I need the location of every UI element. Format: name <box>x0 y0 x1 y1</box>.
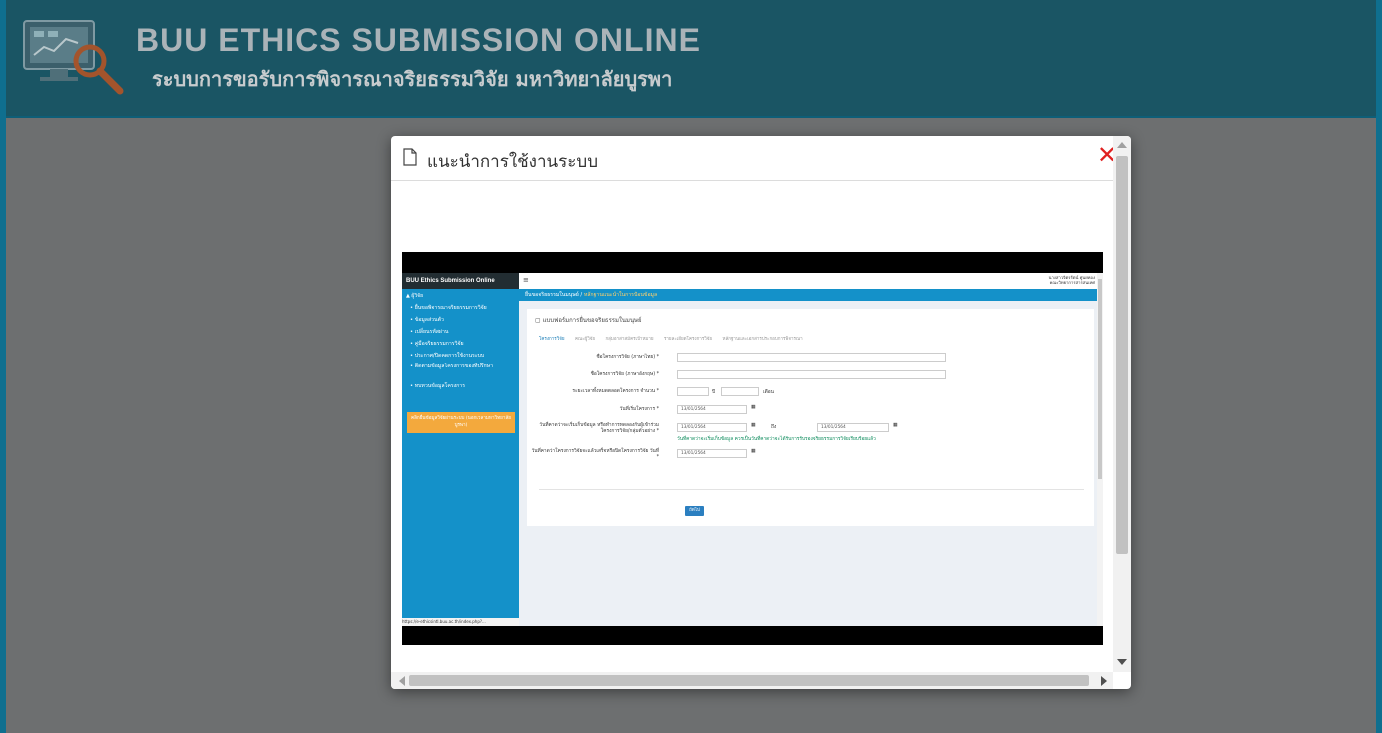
guide-modal: แนะนำการใช้งานระบบ ✕ BUU Ethics Submissi… <box>391 136 1131 689</box>
embedded-menu-item: • ยื่นขอพิจารณาจริยธรรมการวิจัย <box>410 305 487 311</box>
embedded-content: ▢ แบบฟอร์มการยื่นขอจริยธรรมในมนุษย์ โครง… <box>519 301 1097 626</box>
embedded-topbar: ≡ นางสาวจิตรรัตน์ ศูนยทอง คณะวิทยาการสาร… <box>519 273 1103 290</box>
embedded-menu-item: • ข้อมูลส่วนตัว <box>410 317 444 323</box>
field-to-label: ถึง <box>771 425 777 430</box>
field-label: ชื่อโครงการวิจัย (ภาษาไทย) * <box>596 355 659 360</box>
calendar-icon: ▦ <box>751 449 756 454</box>
scroll-down-icon[interactable] <box>1117 659 1127 665</box>
vertical-scroll-thumb[interactable] <box>1116 156 1128 554</box>
horizontal-scroll-thumb[interactable] <box>409 675 1089 686</box>
scroll-up-icon[interactable] <box>1117 142 1127 148</box>
date-input: 13/01/2564 <box>817 423 889 432</box>
document-icon <box>403 148 417 166</box>
breadcrumb-home: ยื่นขอจริยธรรมในมนุษย์ <box>525 292 579 298</box>
embedded-tab: โครงการวิจัย <box>539 337 565 342</box>
embedded-app: BUU Ethics Submission Online ▲ ผู้วิจัย … <box>402 273 1103 626</box>
date-note: วันที่คาดว่าจะเริ่มเก็บข้อมูล ควรเป็นวัน… <box>677 437 876 442</box>
site-banner: BUU ETHICS SUBMISSION ONLINE ระบบการขอรั… <box>6 0 1376 118</box>
embedded-sidebar: BUU Ethics Submission Online ▲ ผู้วิจัย … <box>402 273 612 626</box>
embedded-tab: หลักฐานและเอกสารประกอบการพิจารณา <box>722 337 803 342</box>
embedded-tab: คณะผู้วิจัย <box>574 337 595 342</box>
field-unit: เดือน <box>763 390 774 395</box>
embedded-breadcrumb: ยื่นขอจริยธรรมในมนุษย์ / หลักฐานแนะนำในก… <box>519 289 1097 301</box>
scroll-right-icon[interactable] <box>1101 676 1107 686</box>
calendar-icon: ▦ <box>893 423 898 428</box>
field-label: วันที่คาดว่าโครงการวิจัยจะแล้วเสร็จหรือป… <box>531 449 659 460</box>
field-input <box>721 387 759 396</box>
panel-title-text: แบบฟอร์มการยื่นขอจริยธรรมในมนุษย์ <box>542 317 642 324</box>
embedded-scroll-thumb <box>1098 279 1102 479</box>
date-input: 13/01/2564 <box>677 449 747 458</box>
embedded-menu: • ยื่นขอพิจารณาจริยธรรมการวิจัย • ข้อมูล… <box>410 303 518 393</box>
embedded-orange-note: คลิกยื่นข้อมูลวิจัยผ่านระบบ (นอกเวลามหาว… <box>407 412 515 433</box>
embedded-menu-item: • ติดตามข้อมูลโครงการของที่ปรึกษา <box>410 363 493 369</box>
field-input <box>677 387 709 396</box>
embedded-menu-item: • ทบทวนข้อมูลโครงการ <box>410 383 465 389</box>
field-separator: ปี <box>712 390 716 395</box>
field-label: ระยะเวลาทั้งหมดตลอดโครงการ จำนวน * <box>572 389 659 394</box>
modal-vertical-scrollbar[interactable] <box>1113 136 1131 672</box>
embedded-scrollbar <box>1097 273 1103 626</box>
banner-title: BUU ETHICS SUBMISSION ONLINE <box>136 22 701 58</box>
form-doc-icon: ▢ <box>535 317 541 324</box>
embedded-next-button: ถัดไป <box>685 506 704 516</box>
embedded-tab: รายละเอียดโครงการวิจัย <box>663 337 713 342</box>
embedded-tab: กลุ่มอาสาสมัครเป้าหมาย <box>605 337 654 342</box>
calendar-icon: ▦ <box>751 423 756 428</box>
banner-subtitle: ระบบการขอรับการพิจารณาจริยธรรมวิจัย มหาว… <box>152 67 673 91</box>
field-input <box>677 353 946 362</box>
field-input <box>677 370 946 379</box>
calendar-icon: ▦ <box>751 405 756 410</box>
scroll-left-icon[interactable] <box>399 676 405 686</box>
field-label: ชื่อโครงการวิจัย (ภาษาอังกฤษ) * <box>590 372 659 377</box>
embedded-account: นางสาวจิตรรัตน์ ศูนยทอง คณะวิทยาการสารสน… <box>1048 275 1095 285</box>
modal-title: แนะนำการใช้งานระบบ <box>427 152 598 172</box>
embedded-panel-title: ▢ แบบฟอร์มการยื่นขอจริยธรรมในมนุษย์ <box>535 315 642 325</box>
embedded-menu-item: • คู่มือจริยธรรมการวิจัย <box>410 341 464 347</box>
monitor-magnifier-logo-icon <box>23 20 124 95</box>
embedded-user-role: ▲ ผู้วิจัย <box>406 293 424 299</box>
field-label: วันที่คาดว่าจะเริ่มเก็บข้อมูล หรือทำการท… <box>539 423 659 434</box>
embedded-menu-item: • เปลี่ยนรหัสผ่าน <box>410 329 449 335</box>
date-input: 13/01/2564 <box>677 423 747 432</box>
date-input: 13/01/2564 <box>677 405 747 414</box>
form-divider <box>539 489 1084 490</box>
modal-header: แนะนำการใช้งานระบบ <box>391 136 1113 181</box>
hamburger-icon: ≡ <box>523 276 529 284</box>
modal-horizontal-scrollbar[interactable] <box>391 672 1113 689</box>
field-label: วันที่เริ่มโครงการ * <box>619 407 659 412</box>
breadcrumb-current: หลักฐานแนะนำในการป้อนข้อมูล <box>583 292 658 298</box>
embedded-tabs: โครงการวิจัย คณะผู้วิจัย กลุ่มอาสาสมัครเ… <box>539 335 812 342</box>
guide-screenshot: BUU Ethics Submission Online ▲ ผู้วิจัย … <box>402 252 1103 645</box>
embedded-menu-item: • ประกาศ/ปิดคดการใช้งานระบบ <box>410 353 485 359</box>
embedded-brand: BUU Ethics Submission Online <box>402 273 519 289</box>
embedded-form-panel: ▢ แบบฟอร์มการยื่นขอจริยธรรมในมนุษย์ โครง… <box>527 309 1094 526</box>
